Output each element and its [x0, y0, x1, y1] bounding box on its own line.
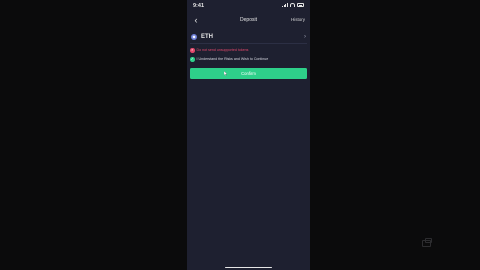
confirm-button[interactable]: Confirm	[190, 68, 307, 79]
coin-name: ETH	[201, 34, 213, 40]
warning-notice: × Do not send unsupported tokens	[190, 47, 248, 54]
coin-selector[interactable]: ◆ ETH ›	[187, 31, 310, 43]
divider	[190, 43, 307, 44]
phone-screen: 9:41 ‹ Deposit History ◆ ETH › × Do not …	[187, 0, 310, 270]
x-circle-icon: ×	[190, 48, 195, 53]
eth-icon: ◆	[191, 34, 197, 40]
risk-acknowledgement-text: I Understand the Risks and Wish to Conti…	[196, 57, 269, 61]
home-indicator	[225, 266, 272, 268]
confirm-button-label: Confirm	[241, 71, 256, 76]
status-bar: 9:41	[187, 2, 310, 11]
cursor-icon	[224, 71, 227, 76]
check-circle-icon[interactable]: ✓	[190, 57, 195, 62]
risk-acknowledgement-checkbox[interactable]: ✓ I Understand the Risks and Wish to Con…	[190, 56, 268, 63]
signal-icon	[282, 3, 288, 7]
battery-icon	[297, 3, 304, 7]
warning-text: Do not send unsupported tokens	[196, 48, 249, 52]
chevron-right-icon: ›	[304, 34, 306, 40]
picture-in-picture-icon[interactable]	[422, 238, 432, 247]
nav-bar: ‹ Deposit History	[187, 14, 310, 26]
status-icons	[282, 3, 304, 7]
history-link[interactable]: History	[291, 14, 305, 26]
wifi-icon	[290, 3, 295, 7]
status-time: 9:41	[193, 3, 205, 9]
